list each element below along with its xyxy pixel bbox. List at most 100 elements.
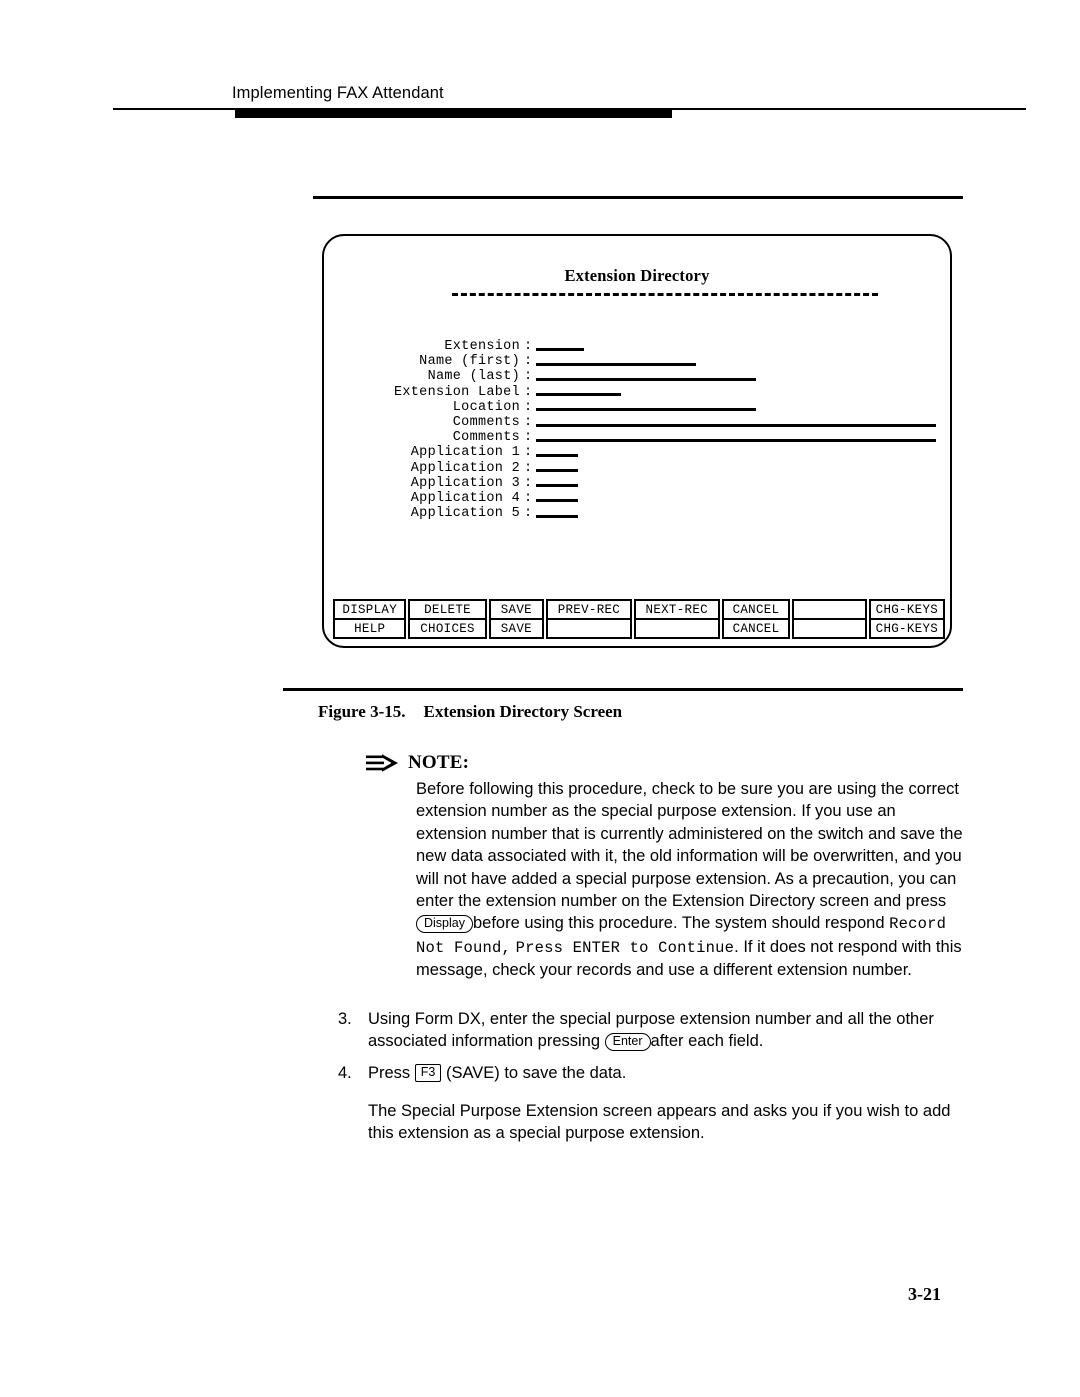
field-colon: : [523, 460, 533, 476]
form-field-row: Location: [324, 400, 950, 415]
field-colon: : [523, 384, 533, 400]
system-message-line-2: Press ENTER to Continue [515, 938, 735, 957]
form-field-row: Comments: [324, 415, 950, 430]
note-paragraph: Before following this procedure, check t… [416, 778, 968, 982]
f3-key-cap[interactable]: F3 [414, 1064, 442, 1083]
field-colon: : [523, 506, 533, 522]
procedure-step: 4. Press F3 (SAVE) to save the data. [338, 1062, 968, 1084]
closing-paragraph-text: The Special Purpose Extension screen app… [368, 1102, 951, 1143]
field-label: Application 2 [410, 460, 520, 476]
field-colon: : [523, 339, 533, 354]
field-input-line[interactable] [536, 453, 578, 457]
step-text: Press F3 (SAVE) to save the data. [368, 1062, 968, 1084]
field-colon: : [523, 399, 533, 415]
field-label: Application 4 [410, 490, 520, 506]
step-text-b: (SAVE) to save the data. [441, 1063, 627, 1082]
field-input-line[interactable] [536, 484, 578, 488]
note-text-b: before using this procedure. The system … [473, 914, 890, 933]
field-label: Extension Label [393, 384, 520, 400]
function-key-blank [633, 618, 720, 639]
function-key-blank [792, 618, 867, 639]
form-field-row: Application 4: [324, 491, 950, 506]
closing-paragraph: The Special Purpose Extension screen app… [368, 1100, 958, 1145]
screen-title: Extension Directory [564, 266, 710, 285]
procedure-step: 3. Using Form DX, enter the special purp… [338, 1008, 968, 1053]
function-key-next-rec[interactable]: NEXT-REC [633, 599, 720, 620]
function-key-bar: DISPLAY DELETE SAVE PREV-REC NEXT-REC CANCEL C… [333, 599, 946, 639]
function-key-choices[interactable]: CHOICES [408, 618, 487, 639]
extension-directory-screen: Extension Directory Extension: Name (firs… [322, 234, 952, 648]
function-key-save[interactable]: SAVE [488, 618, 545, 639]
form-field-row: Name (first): [324, 354, 950, 369]
form-field-row: Application 5: [324, 506, 950, 521]
field-label: Application 5 [410, 506, 520, 522]
function-key-save[interactable]: SAVE [488, 599, 545, 620]
note-body: Before following this procedure, check t… [416, 778, 968, 982]
function-key-prev-rec[interactable]: PREV-REC [546, 599, 632, 620]
function-key-row-1: DISPLAY DELETE SAVE PREV-REC NEXT-REC CANCEL C… [333, 599, 946, 620]
page-number: 3-21 [908, 1284, 941, 1304]
field-input-line[interactable] [536, 514, 578, 518]
enter-key-cap[interactable]: Enter [604, 1032, 651, 1051]
display-key-cap[interactable]: Display [416, 914, 473, 933]
figure-top-rule [313, 196, 963, 199]
screen-title-divider [452, 293, 878, 296]
procedure-step-list: 3. Using Form DX, enter the special purp… [338, 1008, 968, 1093]
step-number: 4. [338, 1063, 352, 1082]
figure-bottom-rule [283, 688, 963, 691]
function-key-cancel[interactable]: CANCEL [721, 618, 791, 639]
field-input-line[interactable] [536, 469, 578, 473]
field-label: Application 3 [410, 475, 520, 491]
field-label: Name (first) [419, 354, 520, 370]
note-block: NOTE: Before following this procedure, c… [366, 750, 966, 979]
field-label: Extension [444, 339, 520, 354]
header-rule-thick [235, 110, 672, 118]
field-colon: : [523, 475, 533, 491]
field-colon: : [523, 369, 533, 385]
step-number: 3. [338, 1010, 352, 1028]
field-input-line[interactable] [536, 393, 621, 397]
figure-caption-title: Extension Directory Screen [423, 702, 623, 721]
note-text-a: Before following this procedure, check t… [416, 780, 963, 911]
field-input-line[interactable] [536, 362, 696, 366]
form-field-row: Name (last): [324, 369, 950, 384]
step-text-b: after each field. [650, 1032, 764, 1051]
function-key-chg-keys[interactable]: CHG-KEYS [868, 618, 946, 639]
form-field-row: Application 2: [324, 461, 950, 476]
field-colon: : [523, 414, 533, 430]
function-key-blank [792, 599, 867, 620]
form-field-row: Application 1: [324, 445, 950, 460]
function-key-delete[interactable]: DELETE [408, 599, 487, 620]
function-key-help[interactable]: HELP [333, 618, 407, 639]
function-key-display[interactable]: DISPLAY [333, 599, 407, 620]
note-heading: NOTE: [366, 750, 966, 776]
note-label: NOTE: [408, 752, 470, 773]
function-key-cancel[interactable]: CANCEL [721, 599, 791, 620]
field-input-line[interactable] [536, 438, 936, 442]
step-text-a: Press [368, 1063, 415, 1082]
field-label: Comments [452, 414, 520, 430]
step-text: Using Form DX, enter the special purpose… [368, 1008, 968, 1053]
figure-caption: Figure 3-15. Extension Directory Screen [318, 702, 622, 722]
field-colon: : [523, 354, 533, 370]
running-title: Implementing FAX Attendant [232, 84, 444, 102]
field-label: Name (last) [427, 369, 520, 385]
form-field-list: Extension: Name (first): Name (last): Exten… [324, 339, 950, 521]
field-input-line[interactable] [536, 499, 578, 503]
form-field-row: Application 3: [324, 476, 950, 491]
field-label: Application 1 [410, 445, 520, 461]
form-field-row: Extension: [324, 339, 950, 354]
function-key-blank [546, 618, 632, 639]
field-input-line[interactable] [536, 408, 756, 412]
field-input-line[interactable] [536, 347, 584, 351]
field-label: Location [452, 399, 520, 415]
form-field-row: Comments: [324, 430, 950, 445]
function-key-chg-keys[interactable]: CHG-KEYS [868, 599, 946, 620]
field-colon: : [523, 445, 533, 461]
arrow-right-icon [366, 754, 398, 772]
function-key-row-2: HELP CHOICES SAVE CANCEL CHG-KEYS [333, 618, 946, 639]
field-input-line[interactable] [536, 377, 756, 381]
field-colon: : [523, 430, 533, 446]
field-label: Comments [452, 430, 520, 446]
field-input-line[interactable] [536, 423, 936, 427]
